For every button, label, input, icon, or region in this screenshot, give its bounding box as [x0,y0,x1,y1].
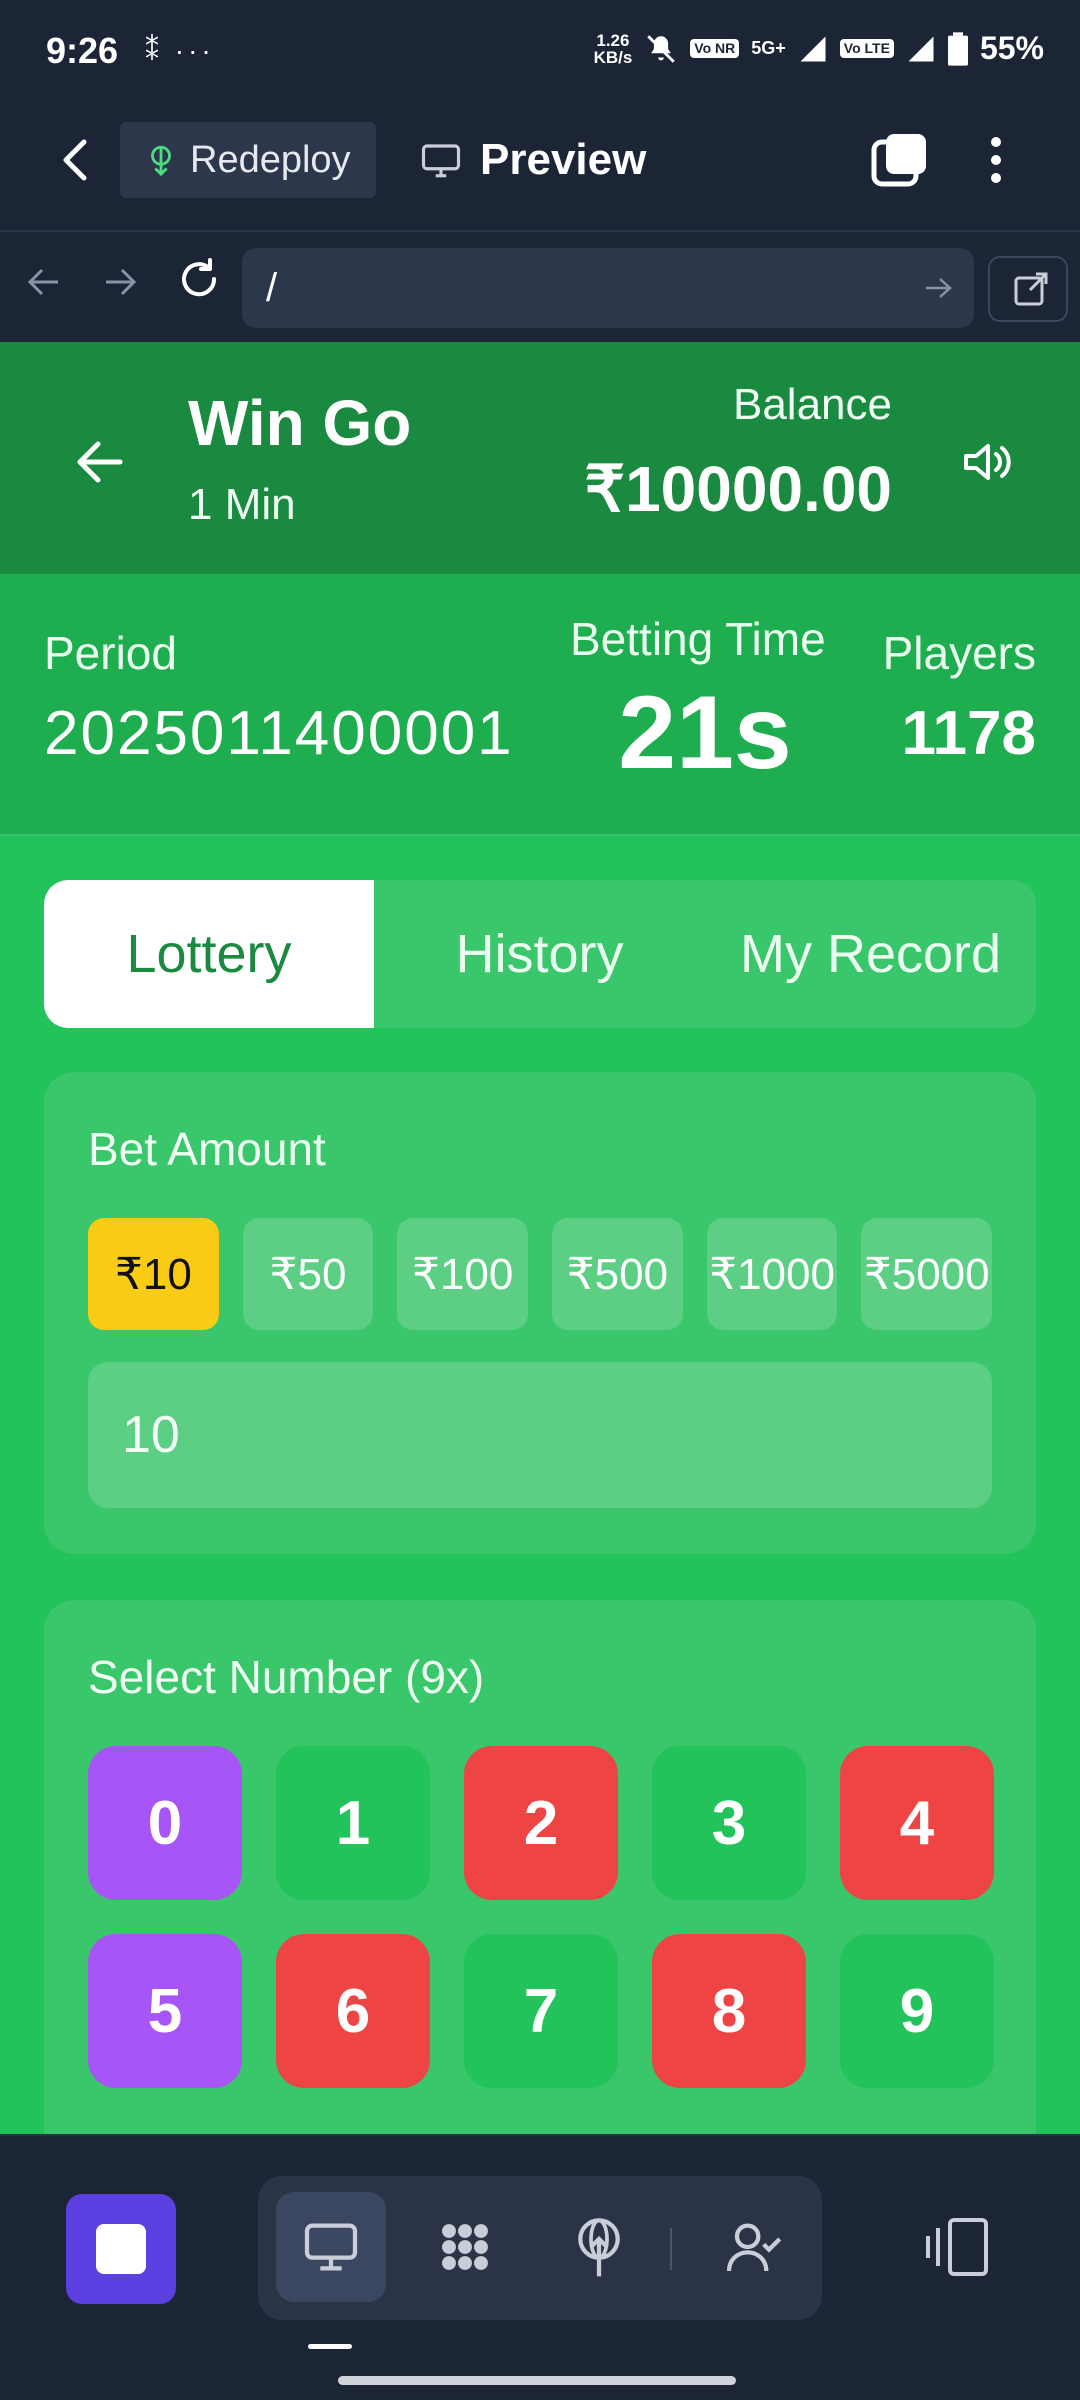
amount-option-1000[interactable]: ₹1000 [706,1218,838,1330]
preview-label: Preview [480,135,647,184]
preview-tab[interactable]: Preview [420,122,646,198]
external-link-icon [1014,272,1048,306]
number-button-3[interactable]: 3 [652,1746,806,1900]
game-back-icon[interactable] [72,434,128,490]
amount-option-100[interactable]: ₹100 [397,1218,529,1330]
user-check-icon [726,2223,782,2272]
deploy-button[interactable] [544,2192,654,2302]
redeploy-label: Redeploy [190,138,351,181]
redeploy-button[interactable]: Redeploy [120,122,376,198]
notification-icons: ⁑ ··· [145,35,215,66]
nav-forward-icon[interactable] [100,262,140,302]
betting-time-label: Betting Time [570,613,826,665]
amount-option-500[interactable]: ₹500 [552,1218,683,1330]
number-button-4[interactable]: 4 [840,1746,994,1900]
game-tabs: Lottery History My Record [44,880,1036,1028]
network-speed: 1.26 KB/s [593,30,633,67]
signal-icon [800,36,826,61]
toolbar-divider [670,2228,672,2270]
players-label: Players [882,627,1036,679]
tab-history[interactable]: History [374,880,705,1028]
globe-upload-icon [578,2218,620,2277]
sound-icon[interactable] [958,434,1014,490]
device-toggle-icon[interactable] [920,2206,1000,2286]
number-button-2[interactable]: 2 [464,1746,618,1900]
deploy-icon [151,145,171,177]
desktop-icon [304,2223,358,2271]
go-arrow-icon[interactable] [924,274,952,302]
mute-icon [647,34,676,63]
vonr-chip: Vo NR [690,39,740,58]
battery-percent: 55% [979,30,1044,66]
number-button-0[interactable]: 0 [88,1746,242,1900]
amount-option-5000[interactable]: ₹5000 [861,1218,993,1330]
number-button-6[interactable]: 6 [276,1934,430,2088]
active-indicator [308,2344,352,2349]
volte-chip: Vo LTE [839,39,894,58]
bet-amount-options: ₹10 ₹50 ₹100 ₹500 ₹1000 ₹5000 [88,1218,993,1330]
select-number-label: Select Number (9x) [88,1651,485,1703]
game-title: Win Go [188,387,412,459]
players-value: 1178 [901,699,1036,768]
status-time: 9:26 [46,30,119,71]
tab-lottery[interactable]: Lottery [44,880,374,1028]
monitor-icon [421,144,461,178]
number-button-5[interactable]: 5 [88,1934,242,2088]
number-button-9[interactable]: 9 [840,1934,994,2088]
home-indicator[interactable] [338,2376,736,2385]
balance-value: ₹10000.00 [584,453,892,525]
tab-my-record[interactable]: My Record [705,880,1036,1028]
reload-icon[interactable] [176,256,222,302]
period-value: 2025011400001 [44,699,514,768]
network-type: 5G+ [751,38,786,58]
round-info: Period 2025011400001 Betting Time 21s Pl… [0,574,1080,836]
signal-icon-2 [908,36,934,61]
number-button-7[interactable]: 7 [464,1934,618,2088]
select-number-card: Select Number (9x) 0 1 2 3 4 5 6 7 8 9 [44,1600,1036,2134]
account-button[interactable] [698,2192,808,2302]
bottom-toolbar [0,2134,1080,2400]
integrations-button[interactable] [410,2192,520,2302]
number-button-1[interactable]: 1 [276,1746,430,1900]
betting-time-value: 21s [618,675,792,791]
game-header: Win Go 1 Min Balance ₹10000.00 [0,342,1080,574]
stop-button[interactable] [66,2194,176,2304]
bet-amount-card: Bet Amount ₹10 ₹50 ₹100 ₹500 ₹1000 ₹5000… [44,1072,1036,1554]
view-switcher [258,2176,822,2320]
browser-toolbar: Redeploy Preview [0,100,1080,230]
status-bar: 9:26 ⁑ ··· 1.26 KB/s Vo NR 5G+ Vo LTE 55… [0,0,1080,100]
stop-icon [96,2224,146,2274]
more-menu-icon[interactable] [976,130,1016,190]
back-icon[interactable] [56,130,96,190]
amount-option-10[interactable]: ₹10 [88,1218,219,1330]
status-right-icons: 1.26 KB/s Vo NR 5G+ Vo LTE 55% [594,30,1044,67]
period-label: Period [44,627,177,679]
bet-amount-input[interactable]: 10 [88,1362,992,1508]
balance-label: Balance [732,380,892,429]
url-path: / [266,266,278,310]
win-go-app: Win Go 1 Min Balance ₹10000.00 Period 20… [0,342,1080,2134]
amount-option-50[interactable]: ₹50 [242,1218,374,1330]
game-subtitle: 1 Min [188,480,296,529]
battery-icon [947,31,968,66]
bet-amount-label: Bet Amount [88,1123,326,1175]
desktop-view-button[interactable] [276,2192,386,2302]
url-bar: / [0,230,1080,342]
number-button-8[interactable]: 8 [652,1934,806,2088]
number-grid: 0 1 2 3 4 5 6 7 8 9 [88,1746,994,2088]
dots-grid-icon [442,2224,488,2270]
nav-back-icon[interactable] [24,262,64,302]
url-input[interactable]: / [242,248,974,328]
tabs-icon[interactable] [870,130,930,190]
open-external-button[interactable] [988,256,1068,322]
